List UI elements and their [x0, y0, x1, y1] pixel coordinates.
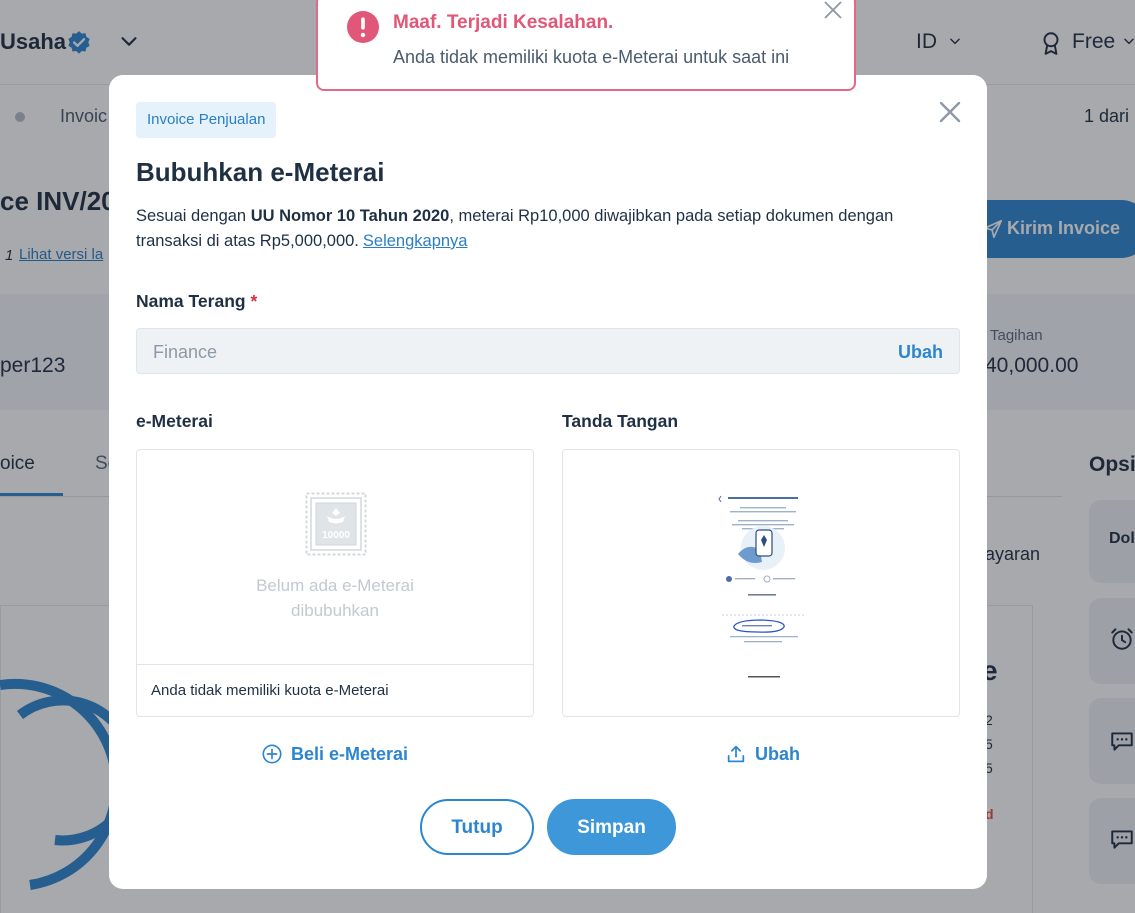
- stamp-icon: 10000: [305, 492, 367, 556]
- name-field[interactable]: Finance Ubah: [136, 328, 960, 374]
- learn-more-link[interactable]: Selengkapnya: [363, 232, 468, 250]
- emeterai-empty-line: dibubuhkan: [291, 601, 379, 620]
- name-field-label: Nama Terang *: [136, 291, 257, 312]
- signature-image: [718, 495, 804, 678]
- close-icon[interactable]: [938, 100, 962, 124]
- emeterai-label: e-Meterai: [136, 411, 213, 431]
- emeterai-empty-state: Belum ada e-Meterai dibubuhkan: [137, 573, 533, 623]
- buy-emeterai-label: Beli e-Meterai: [291, 744, 409, 764]
- name-field-label-text: Nama Terang: [136, 291, 246, 311]
- plus-circle-icon: [262, 744, 282, 764]
- signature-label: Tanda Tangan: [562, 411, 679, 431]
- change-signature-label: Ubah: [755, 744, 800, 764]
- required-marker: *: [250, 291, 258, 311]
- modal-title: Bubuhkan e-Meterai: [136, 157, 385, 187]
- document-type-chip: Invoice Penjualan: [136, 102, 277, 138]
- description-law: UU Nomor 10 Tahun 2020: [250, 207, 450, 225]
- quota-message: Anda tidak memiliki kuota e-Meterai: [151, 682, 389, 699]
- change-name-button[interactable]: Ubah: [898, 342, 943, 363]
- save-button[interactable]: Simpan: [547, 799, 676, 855]
- name-field-value: Finance: [153, 342, 218, 362]
- emeterai-modal: Invoice Penjualan Bubuhkan e-Meterai Ses…: [109, 75, 987, 889]
- upload-icon: [727, 745, 745, 763]
- close-icon[interactable]: [823, 0, 843, 20]
- toast-title: Maaf. Terjadi Kesalahan.: [393, 12, 614, 33]
- error-toast: Maaf. Terjadi Kesalahan. Anda tidak memi…: [316, 0, 856, 91]
- emeterai-box: 10000 Belum ada e-Meterai dibubuhkan And…: [136, 449, 534, 717]
- toast-message: Anda tidak memiliki kuota e-Meterai untu…: [393, 47, 790, 67]
- modal-description: Sesuai dengan UU Nomor 10 Tahun 2020, me…: [136, 204, 936, 254]
- stamp-value: 10000: [322, 530, 350, 541]
- signature-box: [562, 449, 960, 717]
- close-button[interactable]: Tutup: [420, 799, 534, 855]
- emeterai-quota-footer: Anda tidak memiliki kuota e-Meterai: [137, 664, 533, 716]
- description-prefix: Sesuai dengan: [136, 207, 251, 225]
- error-icon: [347, 11, 379, 43]
- emeterai-empty-line: Belum ada e-Meterai: [256, 576, 414, 595]
